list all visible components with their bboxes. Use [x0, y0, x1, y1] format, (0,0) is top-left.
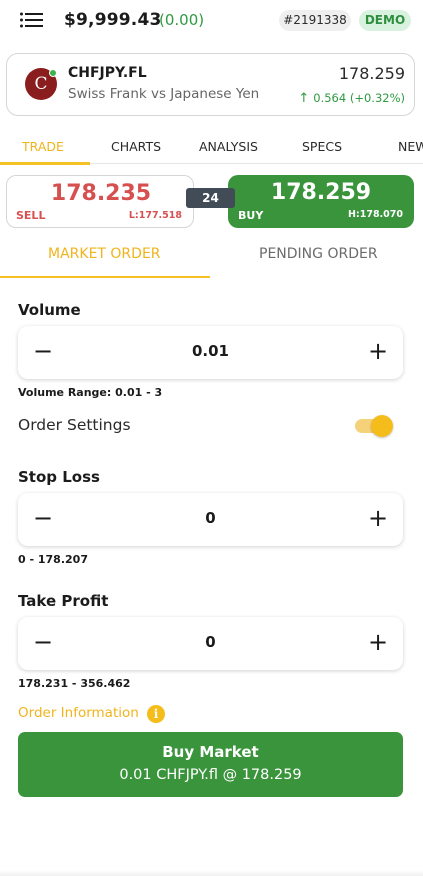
buy-button[interactable]: 178.259 BUY H:178.070 [228, 175, 414, 228]
account-id-badge[interactable]: #2191338 [279, 10, 351, 31]
account-type-badge: DEMO [359, 10, 411, 31]
order-settings-label: Order Settings [18, 416, 131, 434]
volume-label: Volume [18, 301, 81, 319]
day-low: L:177.518 [128, 210, 182, 221]
tab-analysis[interactable]: ANALYSIS [199, 139, 258, 154]
stop-loss-range: 0 - 178.207 [18, 553, 88, 566]
symbol-name: CHFJPY.FL [68, 65, 147, 81]
take-profit-label: Take Profit [18, 592, 109, 610]
take-profit-decrease-button[interactable]: − [30, 630, 56, 656]
active-tab-indicator [0, 162, 90, 165]
volume-increase-button[interactable]: + [365, 339, 391, 365]
stop-loss-increase-button[interactable]: + [365, 506, 391, 532]
info-icon[interactable]: i [147, 705, 165, 723]
symbol-change: ↑ 0.564 (+0.32%) [298, 91, 405, 106]
sell-label: SELL [16, 209, 46, 222]
buy-market-button[interactable]: Buy Market 0.01 CHFJPY.fl @ 178.259 [18, 732, 403, 797]
arrow-up-icon: ↑ [298, 91, 310, 106]
tab-trade[interactable]: TRADE [22, 139, 64, 154]
symbol-change-value: 0.564 (+0.32%) [313, 91, 405, 105]
tab-specs[interactable]: SPECS [302, 139, 342, 154]
take-profit-increase-button[interactable]: + [365, 630, 391, 656]
take-profit-stepper: − 0 + [18, 617, 403, 670]
volume-stepper: − 0.01 + [18, 326, 403, 379]
tab-charts[interactable]: CHARTS [111, 139, 161, 154]
symbol-price: 178.259 [338, 64, 405, 83]
sell-price: 178.235 [50, 181, 152, 206]
volume-decrease-button[interactable]: − [30, 339, 56, 365]
stop-loss-value[interactable]: 0 [68, 509, 353, 527]
order-settings-toggle[interactable] [355, 415, 393, 437]
symbol-description: Swiss Frank vs Japanese Yen [68, 86, 260, 102]
stop-loss-label: Stop Loss [18, 468, 100, 486]
day-high: H:178.070 [347, 209, 403, 220]
buy-price: 178.259 [270, 180, 372, 205]
stop-loss-decrease-button[interactable]: − [30, 506, 56, 532]
volume-range: Volume Range: 0.01 - 3 [18, 386, 163, 399]
order-information-link[interactable]: Order Information [18, 705, 139, 721]
top-bar: $9,999.43 (0.00) #2191338 DEMO [0, 0, 423, 42]
take-profit-value[interactable]: 0 [68, 633, 353, 651]
section-tabs: TRADE CHARTS ANALYSIS SPECS NEW [0, 130, 423, 165]
account-balance: $9,999.43 [64, 10, 162, 30]
buy-market-title: Buy Market [162, 743, 259, 761]
volume-value[interactable]: 0.01 [68, 342, 353, 360]
menu-icon[interactable] [20, 12, 43, 28]
take-profit-range: 178.231 - 356.462 [18, 677, 131, 690]
symbol-card[interactable]: C CHFJPY.FL Swiss Frank vs Japanese Yen … [6, 53, 415, 116]
tab-pending-order[interactable]: PENDING ORDER [259, 246, 378, 262]
bottom-edge [0, 870, 423, 876]
stop-loss-stepper: − 0 + [18, 493, 403, 546]
sell-button[interactable]: 178.235 SELL L:177.518 [6, 175, 194, 228]
tab-new[interactable]: NEW [398, 139, 423, 154]
buy-market-summary: 0.01 CHFJPY.fl @ 178.259 [119, 767, 302, 783]
toggle-knob [371, 415, 393, 437]
order-tab-indicator [0, 276, 210, 278]
trade-screen: $9,999.43 (0.00) #2191338 DEMO C CHFJPY.… [0, 0, 423, 876]
online-status-dot [49, 69, 57, 77]
buy-label: BUY [238, 209, 264, 222]
tab-market-order[interactable]: MARKET ORDER [48, 246, 161, 262]
balance-change: (0.00) [159, 11, 205, 29]
spread-badge: 24 [186, 188, 235, 208]
